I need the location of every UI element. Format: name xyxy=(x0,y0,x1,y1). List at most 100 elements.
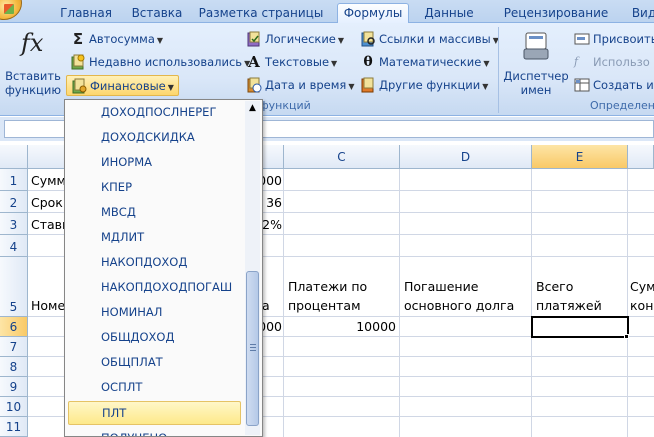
column-header-d[interactable]: D xyxy=(400,145,532,169)
row-header-1[interactable]: 1 xyxy=(0,169,28,191)
column-header-c[interactable]: C xyxy=(284,145,400,169)
date-time-button[interactable]: Дата и время ▼ xyxy=(246,75,354,95)
insert-function-label-1: Вставить xyxy=(5,69,61,83)
use-in-formula-label: Использо xyxy=(593,55,650,69)
defined-names-group-label: Определен xyxy=(590,99,654,112)
text-book-icon: A xyxy=(248,52,260,71)
tag-icon xyxy=(574,31,590,47)
name-manager-button[interactable]: Диспетчер имен xyxy=(503,27,569,97)
tab-insert[interactable]: Вставка xyxy=(127,4,187,23)
chevron-down-icon: ▼ xyxy=(167,83,174,92)
insert-function-button[interactable]: fx Вставить функцию xyxy=(4,27,62,97)
row-header-7[interactable]: 7 xyxy=(0,337,28,357)
tab-review[interactable]: Рецензирование xyxy=(497,4,615,23)
group-separator xyxy=(498,27,499,113)
math-trig-button[interactable]: θ Математические ▼ xyxy=(360,52,489,72)
tab-page-layout[interactable]: Разметка страницы xyxy=(198,4,324,23)
menu-item-dohodskidka[interactable]: ДОХОДСКИДКА xyxy=(68,125,241,149)
menu-item-polucheno[interactable]: ПОЛУЧЕНО xyxy=(68,426,241,436)
star-book-icon xyxy=(70,54,86,70)
sigma-icon: Σ xyxy=(72,29,84,48)
text-functions-button[interactable]: A Текстовые ▼ xyxy=(246,52,337,72)
financial-functions-menu: ДОХОДПОСЛНЕРЕГ ДОХОДСКИДКА ИНОРМА КПЕР М… xyxy=(64,99,263,437)
tab-formulas[interactable]: Формулы xyxy=(337,3,409,24)
cell-e5-line1[interactable]: Всего xyxy=(536,279,573,295)
cell-c5-line1[interactable]: Платежи по xyxy=(288,279,367,295)
menu-item-kper[interactable]: КПЕР xyxy=(68,175,241,199)
menu-item-dohodposlnereg[interactable]: ДОХОДПОСЛНЕРЕГ xyxy=(68,100,241,124)
row-header-10[interactable]: 10 xyxy=(0,397,28,417)
scroll-thumb[interactable] xyxy=(246,271,259,426)
insert-function-label-2: функцию xyxy=(4,83,62,97)
gridline xyxy=(531,169,532,437)
fill-handle[interactable] xyxy=(624,334,629,339)
more-functions-button[interactable]: Другие функции ▼ xyxy=(360,75,488,95)
cell-f5-line1[interactable]: Сум xyxy=(630,279,654,295)
cell-a1[interactable]: Сумм xyxy=(31,173,66,189)
financial-button[interactable]: Финансовые ▼ xyxy=(66,75,179,96)
logical-label: Логические xyxy=(265,32,336,46)
menu-item-nominal[interactable]: НОМИНАЛ xyxy=(68,300,241,324)
select-all-corner[interactable] xyxy=(0,145,28,169)
cell-e5-line2[interactable]: платяжей xyxy=(536,298,602,314)
menu-item-mdlit[interactable]: МДЛИТ xyxy=(68,225,241,249)
row-header-11[interactable]: 11 xyxy=(0,417,28,437)
chevron-down-icon: ▼ xyxy=(331,59,338,68)
menu-item-inorma[interactable]: ИНОРМА xyxy=(68,150,241,174)
fx-small-icon: f xyxy=(574,54,579,68)
menu-item-plt[interactable]: ПЛТ xyxy=(68,401,241,425)
lookup-book-icon xyxy=(360,31,376,47)
autosum-label: Автосумма xyxy=(89,32,155,46)
create-from-selection-button[interactable]: Создать из xyxy=(574,75,654,95)
row-header-9[interactable]: 9 xyxy=(0,377,28,397)
office-button[interactable] xyxy=(0,0,22,20)
scroll-up-arrow-icon[interactable]: ▲ xyxy=(245,101,260,116)
chevron-down-icon: ▼ xyxy=(156,36,164,45)
autosum-button[interactable]: Σ Автосумма ▼ xyxy=(70,29,163,49)
row-header-3[interactable]: 3 xyxy=(0,213,28,235)
menu-item-mvsd[interactable]: МВСД xyxy=(68,200,241,224)
recently-used-button[interactable]: Недавно использовались ▼ xyxy=(70,52,250,72)
cell-c5-line2[interactable]: процентам xyxy=(288,298,361,314)
text-functions-label: Текстовые xyxy=(265,55,330,69)
menu-item-obshdohod[interactable]: ОБЩДОХОД xyxy=(68,325,241,349)
cell-f5-line2[interactable]: кон xyxy=(630,298,653,314)
define-name-label: Присвоить xyxy=(593,32,654,46)
active-cell-selection[interactable] xyxy=(531,316,629,338)
cell-d5-line1[interactable]: Погашение xyxy=(404,279,478,295)
logical-button[interactable]: Логические ▼ xyxy=(246,29,344,49)
tab-home[interactable]: Главная xyxy=(55,4,117,23)
lookup-reference-button[interactable]: Ссылки и массивы ▼ xyxy=(360,29,499,49)
use-in-formula-button[interactable]: f Использо xyxy=(574,52,650,72)
create-from-selection-label: Создать из xyxy=(593,78,654,92)
menu-item-obshplat[interactable]: ОБЩПЛАТ xyxy=(68,350,241,374)
more-functions-book-icon xyxy=(360,77,376,93)
define-name-button[interactable]: Присвоить xyxy=(574,29,654,49)
menu-item-nakopdohodpogash[interactable]: НАКОПДОХОДПОГАШ xyxy=(68,275,241,299)
cell-d5-line2[interactable]: основного долга xyxy=(404,298,514,314)
row-header-4[interactable]: 4 xyxy=(0,235,28,257)
menu-item-nakopdohod[interactable]: НАКОПДОХОД xyxy=(68,250,241,274)
more-functions-label: Другие функции xyxy=(379,78,481,92)
cell-b5[interactable]: а xyxy=(262,298,270,314)
row-header-2[interactable]: 2 xyxy=(0,191,28,213)
theta-book-icon: θ xyxy=(363,53,373,70)
menu-scrollbar[interactable]: ▲ xyxy=(245,101,260,435)
tab-data[interactable]: Данные xyxy=(418,4,480,23)
cell-c6[interactable]: 10000 xyxy=(300,319,396,335)
gridline xyxy=(283,169,284,437)
logical-book-icon xyxy=(246,31,262,47)
coins-book-icon xyxy=(71,78,87,94)
office-logo-icon xyxy=(4,4,14,14)
menu-item-osplt[interactable]: ОСПЛТ xyxy=(68,375,241,399)
column-header-f[interactable] xyxy=(628,145,654,169)
tab-view[interactable]: Вид xyxy=(624,4,654,23)
column-header-e[interactable]: E xyxy=(532,145,628,169)
cell-a2[interactable]: Срок xyxy=(31,195,63,211)
row-header-8[interactable]: 8 xyxy=(0,357,28,377)
recently-used-label: Недавно использовались xyxy=(89,55,243,69)
row-header-6[interactable]: 6 xyxy=(0,317,28,337)
date-time-label: Дата и время xyxy=(265,78,347,92)
cell-a5[interactable]: Номе xyxy=(31,298,65,314)
row-header-5[interactable]: 5 xyxy=(0,257,28,317)
